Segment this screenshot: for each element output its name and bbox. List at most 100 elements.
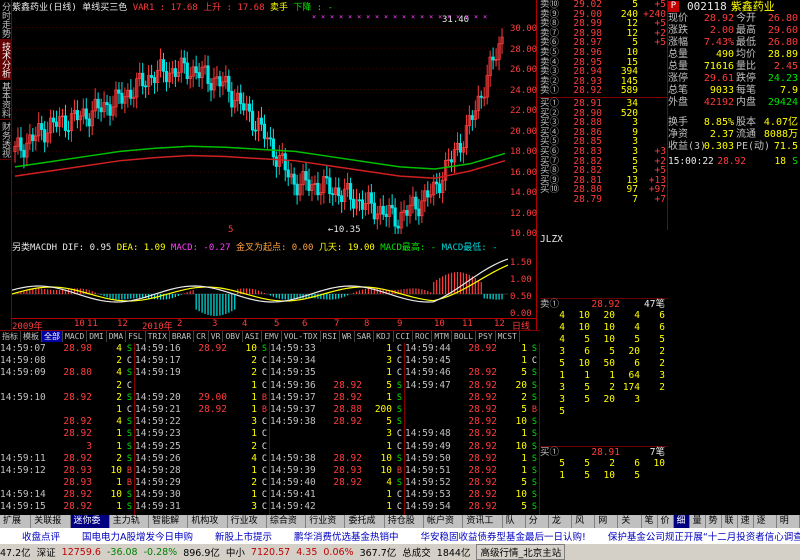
- bottom-tab[interactable]: 量: [690, 515, 706, 528]
- tick-row[interactable]: 14:59:49 28.92 10 S: [405, 441, 539, 453]
- indicator-tab[interactable]: SAR: [355, 331, 375, 342]
- tick-row[interactable]: 14:59:33 1 C: [270, 343, 404, 355]
- bottom-tab[interactable]: 明细: [777, 515, 800, 539]
- sell-level[interactable]: 卖② 28.93 145: [540, 77, 667, 87]
- bottom-tab[interactable]: 迷你委托: [70, 515, 110, 539]
- indicator-tab[interactable]: CCI: [394, 331, 413, 342]
- indicator-tab[interactable]: FSL: [126, 331, 146, 342]
- bottom-tab[interactable]: 细: [673, 515, 690, 528]
- buy-level[interactable]: 买⑦ 28.82 5 +2: [540, 156, 667, 167]
- indicator-tab[interactable]: 指标: [0, 331, 21, 342]
- tick-row[interactable]: 14:59:09 28.80 4 S: [0, 367, 134, 379]
- indicator-tab[interactable]: MCST: [496, 331, 520, 342]
- buy-level[interactable]: 28.79 7 +7: [540, 195, 667, 205]
- tick-row[interactable]: 1C: [135, 380, 269, 392]
- tick-row[interactable]: 14:59:38 28.92 10 S: [270, 453, 404, 465]
- order-book[interactable]: 卖⑩ 29.02 5 +5 卖⑨ 29.00 240 +240 卖⑧ 28.99 12 +5 卖⑦ 28.…: [540, 0, 668, 230]
- bottom-tab[interactable]: 逐笔: [754, 515, 777, 539]
- tick-row[interactable]: 14:59:22 3 C: [135, 416, 269, 428]
- tick-row[interactable]: 14:59:11 28.92 2 S: [0, 453, 134, 465]
- sell-level[interactable]: 卖③ 28.94 394: [540, 67, 667, 77]
- tick-row[interactable]: 14:59:38 28.92 5 S: [270, 416, 404, 428]
- bottom-tab[interactable]: 关联报价: [31, 515, 71, 539]
- bottom-tab[interactable]: 智能解盘: [149, 515, 189, 539]
- tick-row[interactable]: 14:59:52 28.92 5 S: [405, 477, 539, 489]
- tick-row[interactable]: 3C: [270, 428, 404, 440]
- bottom-tab[interactable]: 速: [738, 515, 754, 528]
- bottom-tab[interactable]: 网络: [595, 515, 619, 539]
- tick-row[interactable]: 14:59:25 2 C: [135, 441, 269, 453]
- news-ticker[interactable]: 收盘点评 国电电力A股增发今日申购 新股上市提示 鹏华消费优选基金热销中 华安稳固收益债…: [0, 528, 800, 544]
- tick-row[interactable]: 28.92 2 S: [405, 392, 539, 404]
- sell-level[interactable]: 卖① 28.92 589: [540, 86, 667, 96]
- tick-row[interactable]: 28.92 1S: [0, 428, 134, 440]
- tick-row[interactable]: 14:59:29 2 C: [135, 477, 269, 489]
- news-item[interactable]: 鹏华消费优选基金热销中: [294, 529, 399, 543]
- tick-row[interactable]: 14:59:07 28.98 4 S: [0, 343, 134, 355]
- tick-row[interactable]: 14:59:15 28.92 1 S: [0, 501, 134, 513]
- tab-finance[interactable]: 财务透视: [0, 120, 12, 160]
- tick-row[interactable]: 14:59:42 1 C: [270, 501, 404, 513]
- tick-row[interactable]: 14:59:08 2 C: [0, 355, 134, 367]
- tick-row[interactable]: 14:59:39 28.93 10 B: [270, 465, 404, 477]
- bottom-tab[interactable]: 扩展区: [0, 515, 32, 539]
- tick-row[interactable]: 14:59:40 28.92 4 S: [270, 477, 404, 489]
- indicator-tab[interactable]: RSI: [321, 331, 340, 342]
- indicator-tab[interactable]: VOL-TDX: [282, 331, 321, 342]
- tick-row[interactable]: 14:59:10 28.92 2 S: [0, 392, 134, 404]
- indicator-tab[interactable]: DMI: [87, 331, 107, 342]
- bottom-tab[interactable]: 持仓股份: [385, 515, 425, 539]
- buy-level[interactable]: 买① 28.91 34: [540, 99, 667, 109]
- bottom-tab[interactable]: 龙虎: [549, 515, 573, 539]
- tick-row[interactable]: 14:59:26 4 C: [135, 453, 269, 465]
- tab-technical[interactable]: 技术分析: [0, 40, 12, 80]
- tick-row[interactable]: 14:59:54 28.92 5 S: [405, 501, 539, 513]
- indicator-tab[interactable]: PSY: [476, 331, 496, 342]
- jlzx-panel[interactable]: JLZX 卖① 28.92 47笔 4 10 20 4 6 4 10 10 4 6 4 5 10 5 5 3 6…: [540, 234, 668, 514]
- tick-row[interactable]: 14:59:47 28.92 20 S: [405, 380, 539, 392]
- minute-row[interactable]: 15:00:22 28.92 18 S: [668, 156, 800, 168]
- tick-row[interactable]: 1C: [0, 404, 134, 416]
- news-item[interactable]: 新股上市提示: [215, 529, 272, 543]
- tick-row[interactable]: 14:59:34 3 C: [270, 355, 404, 367]
- indicator-tab[interactable]: TRIX: [146, 331, 170, 342]
- bottom-tab[interactable]: 委托成交: [345, 515, 385, 539]
- buy-level[interactable]: 买③ 28.88 3: [540, 118, 667, 128]
- tick-row[interactable]: 14:59:30 1 C: [135, 489, 269, 501]
- tab-profile[interactable]: 基本资料: [0, 80, 12, 120]
- tick-row[interactable]: 14:59:28 1 C: [135, 465, 269, 477]
- tick-row[interactable]: 14:59:17 2 C: [135, 355, 269, 367]
- indicator-tab[interactable]: WR: [340, 331, 355, 342]
- bottom-tab[interactable]: 势: [706, 515, 722, 528]
- tick-row[interactable]: 14:59:48 28.92 1 S: [405, 428, 539, 440]
- bottom-tab[interactable]: 价: [658, 515, 674, 528]
- macd-chart[interactable]: [12, 252, 508, 318]
- sell-level[interactable]: 卖④ 28.95 15: [540, 57, 667, 68]
- tick-row[interactable]: 14:59:53 28.92 10 S: [405, 489, 539, 501]
- bottom-tab[interactable]: 关联: [618, 515, 642, 539]
- tick-row[interactable]: 14:59:20 29.00 1 B: [135, 392, 269, 404]
- bottom-tab[interactable]: 主力轨迹: [110, 515, 150, 539]
- bottom-tab[interactable]: 队列: [503, 515, 526, 539]
- bottom-tab[interactable]: 风向: [572, 515, 596, 539]
- tick-row[interactable]: 14:59:36 28.92 5 S: [270, 380, 404, 392]
- status-server[interactable]: 高级行情_北京主站: [476, 544, 566, 560]
- tick-row[interactable]: 14:59:31 3 C: [135, 501, 269, 513]
- bottom-tab[interactable]: 综合资讯: [267, 515, 307, 539]
- news-item[interactable]: 收盘点评: [22, 529, 60, 543]
- sell-level[interactable]: 卖⑥ 28.97 5 +5: [540, 38, 667, 48]
- news-item[interactable]: 华安稳固收益债券型基金最后一日认购!: [421, 529, 586, 543]
- tick-row[interactable]: 14:59:19 2 C: [135, 367, 269, 379]
- tick-row[interactable]: 14:59:50 28.92 1 S: [405, 453, 539, 465]
- bottom-tab[interactable]: 分布: [526, 515, 549, 539]
- buy-level[interactable]: 买⑩ 28.80 97 +97: [540, 185, 667, 195]
- indicator-tab[interactable]: DMA: [107, 331, 127, 342]
- tick-row[interactable]: 14:59:12 28.93 10 B: [0, 465, 134, 477]
- buy-level[interactable]: 买⑤ 28.85 3: [540, 137, 667, 147]
- indicator-tab[interactable]: CR: [194, 331, 209, 342]
- bottom-tab[interactable]: 行业攻略: [228, 515, 267, 539]
- tick-row[interactable]: 28.92 10 S: [405, 416, 539, 428]
- tick-detail-panel[interactable]: 14:59:07 28.98 4 S 14:59:08 2 C 14:59:09 28.80 4 S…: [0, 343, 540, 525]
- sell-level[interactable]: 卖⑧ 28.99 12 +5: [540, 19, 667, 29]
- buy-level[interactable]: 买⑥ 28.83 3 +3: [540, 147, 667, 157]
